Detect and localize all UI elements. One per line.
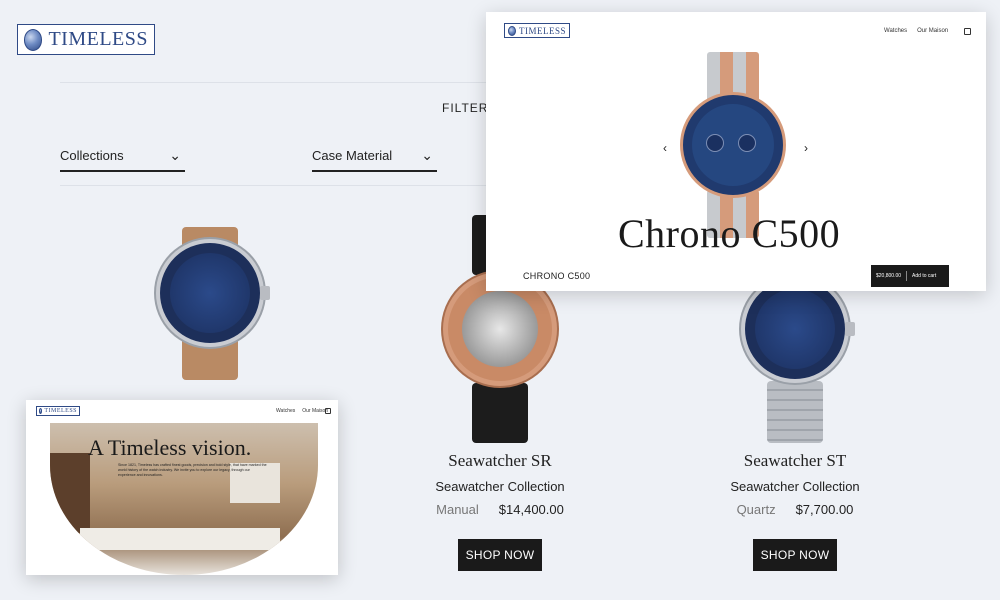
movement-window	[462, 291, 538, 367]
leather-strap	[472, 383, 528, 443]
watch-dial	[755, 289, 835, 369]
globe-logo-icon	[508, 25, 516, 36]
add-to-cart-label: Add to cart	[912, 273, 937, 279]
add-to-cart-button[interactable]: $20,800.00 Add to cart	[871, 265, 949, 287]
watch-crown	[845, 322, 855, 336]
shopping-bag-icon[interactable]	[325, 408, 331, 414]
prev-arrow-icon[interactable]: ‹	[663, 141, 667, 155]
maison-window: TIMELESS Watches Our Maison A Timeless v…	[26, 400, 338, 575]
watch-crown	[260, 285, 270, 300]
brand-name: TIMELESS	[44, 408, 77, 414]
collections-label: Collections	[60, 148, 124, 163]
nav-our-maison[interactable]: Our Maison	[917, 28, 948, 34]
collections-dropdown[interactable]: Collections ⌄	[60, 148, 185, 172]
watch-case	[745, 279, 855, 379]
steel-bracelet	[767, 381, 823, 443]
watch-dial	[170, 252, 250, 333]
brand-name: TIMELESS	[518, 25, 566, 36]
shop-now-button[interactable]: SHOP NOW	[752, 539, 838, 571]
product-name: CHRONO C500	[523, 271, 591, 281]
brand-logo[interactable]: TIMELESS	[504, 23, 570, 38]
product-meta: Quartz $7,700.00	[685, 502, 905, 517]
nav-watches[interactable]: Watches	[884, 28, 907, 34]
header-divider	[60, 82, 500, 83]
product-detail-window: TIMELESS Watches Our Maison ‹ › Chrono C…	[486, 12, 986, 291]
brand-logo[interactable]: TIMELESS	[36, 406, 80, 416]
subdial	[738, 134, 756, 152]
product-collection: Seawatcher Collection	[730, 479, 860, 494]
product-card[interactable]	[100, 205, 320, 380]
chevron-down-icon: ⌄	[169, 147, 181, 163]
product-movement: Quartz	[736, 502, 776, 517]
watch-caseback	[448, 277, 552, 381]
product-name[interactable]: Seawatcher ST	[685, 451, 905, 471]
filter-divider	[60, 185, 500, 186]
top-nav: Watches Our Maison	[884, 28, 948, 34]
watch-case	[160, 242, 270, 343]
shopping-bag-icon[interactable]	[964, 28, 971, 35]
product-collection: Seawatcher Collection	[435, 479, 565, 494]
product-movement: Manual	[436, 502, 479, 517]
chevron-down-icon: ⌄	[421, 147, 433, 163]
next-arrow-icon[interactable]: ›	[804, 141, 808, 155]
product-price: $7,700.00	[795, 502, 854, 517]
product-name[interactable]: Seawatcher SR	[390, 451, 610, 471]
hero-title: Chrono C500	[618, 211, 841, 256]
shop-now-button[interactable]: SHOP NOW	[457, 539, 543, 571]
product-price: $14,400.00	[498, 502, 564, 517]
chrono-case	[683, 95, 783, 195]
hero-title: A Timeless vision.	[88, 435, 252, 460]
brand-logo[interactable]: TIMELESS	[17, 24, 155, 55]
globe-logo-icon	[24, 28, 43, 51]
product-image[interactable]	[150, 205, 270, 380]
case-material-dropdown[interactable]: Case Material ⌄	[312, 148, 437, 172]
shelf	[50, 453, 90, 533]
price-label: $20,800.00	[876, 273, 902, 279]
top-nav: Watches Our Maison	[276, 408, 328, 414]
globe-logo-icon	[39, 408, 43, 414]
hero-text: Since 1821, Timeless has crafted finest …	[118, 463, 267, 477]
brand-name: TIMELESS	[48, 28, 148, 50]
subdial	[706, 134, 724, 152]
nav-watches[interactable]: Watches	[276, 408, 295, 414]
product-meta: Manual $14,400.00	[390, 502, 610, 517]
case-material-label: Case Material	[312, 148, 393, 163]
workbench	[80, 528, 280, 550]
